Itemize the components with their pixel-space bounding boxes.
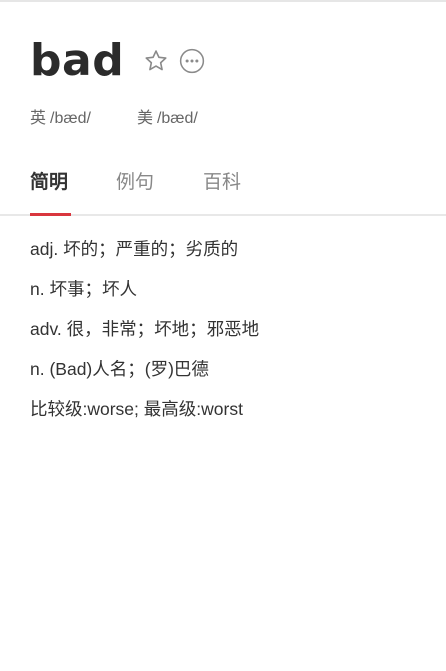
phonetic-label: 美 (136, 110, 153, 127)
definition-list: adj. 坏的；严重的；劣质的 n. 坏事；坏人 adv. 很，非常；坏地；邪恶… (30, 238, 430, 438)
favorite-button[interactable] (142, 47, 170, 75)
definition-item: n. (Bad)人名；(罗)巴德 (30, 359, 209, 379)
word-header: bad (30, 34, 206, 88)
definition-item: adv. 很，非常；坏地；邪恶地 (30, 319, 260, 339)
tab-concise[interactable]: 简明 (30, 170, 68, 196)
phonetic-uk[interactable]: 英 /bæd/ (30, 108, 91, 130)
more-dots-icon (180, 48, 205, 74)
phonetic-label: 英 (30, 110, 47, 127)
more-button[interactable] (178, 47, 206, 75)
phonetic-ipa: /bæd/ (50, 110, 91, 127)
phonetic-us[interactable]: 美 /bæd/ (137, 108, 198, 130)
definition-item: n. 坏事；坏人 (30, 279, 137, 299)
tab-bar: 简明 例句 百科 (0, 160, 446, 216)
phonetics-row: 英 /bæd/ 美 /bæd/ (30, 108, 198, 130)
headword: bad (30, 35, 125, 86)
top-divider (0, 0, 446, 2)
tab-examples[interactable]: 例句 (116, 170, 154, 196)
star-outline-icon (145, 50, 167, 71)
active-tab-indicator (30, 213, 71, 216)
phonetic-ipa: /bæd/ (156, 110, 198, 127)
tab-encyclopedia[interactable]: 百科 (203, 170, 241, 196)
definition-item: 比较级:worse; 最高级:worst (30, 399, 243, 419)
definition-item: adj. 坏的；严重的；劣质的 (30, 239, 239, 259)
